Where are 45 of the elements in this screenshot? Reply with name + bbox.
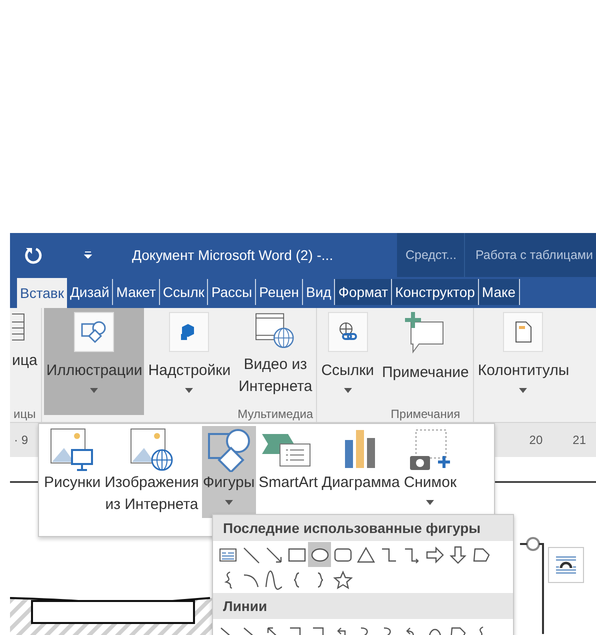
table-icon (12, 312, 26, 342)
cubes-icon (169, 312, 210, 352)
ribbon-tab[interactable]: Ссылк (160, 279, 208, 305)
menu-item[interactable]: Изображения из Интернета (104, 426, 200, 518)
picture-monitor-icon (50, 428, 94, 472)
ruler-number: 21 (572, 433, 586, 447)
ruler-number: · 9 (14, 433, 28, 447)
link-icon (328, 312, 368, 352)
ribbon-tab[interactable]: Формат (335, 279, 392, 305)
shapes-icon (206, 428, 251, 472)
shapes-icon (74, 312, 114, 352)
ruler-number: 20 (529, 433, 543, 447)
ribbon-tab[interactable]: Дизай (66, 279, 114, 305)
wrap-text-icon (555, 555, 577, 575)
ribbon-button[interactable]: ица (10, 308, 40, 398)
menu-item[interactable]: SmartArt (258, 426, 319, 518)
group-label: ицы (12, 407, 37, 422)
ribbon-tab[interactable]: Рассы (208, 279, 256, 305)
ribbon-button[interactable]: Видео из Интернета (236, 308, 314, 398)
customize-toolbar-icon[interactable] (84, 251, 92, 259)
layout-options-button[interactable] (548, 547, 584, 583)
ribbon-button[interactable]: Ссылки (319, 308, 376, 398)
ribbon-tab[interactable]: Маке (478, 279, 520, 305)
ribbon-tab[interactable]: Вставк (17, 278, 67, 308)
ribbon-button[interactable]: Примечание (380, 308, 471, 398)
section-header: Линии (213, 593, 513, 619)
group-label: Примечания (390, 407, 462, 422)
screenshot-icon (408, 428, 452, 472)
menu-item[interactable]: Диаграмма (320, 426, 401, 518)
ribbon-button[interactable]: Надстройки (146, 308, 233, 398)
ribbon-tab[interactable]: Макет (113, 279, 160, 305)
picture-globe-icon (130, 428, 174, 472)
context-tab-title: Работа с таблицами (474, 247, 594, 264)
undo-icon[interactable] (24, 246, 42, 264)
ribbon-tab[interactable]: Рецен (256, 279, 303, 305)
menu-item[interactable]: Рисунки (43, 426, 102, 518)
section-header: Последние использованные фигуры (213, 515, 513, 541)
ribbon-tab[interactable]: Конструктор (392, 279, 479, 305)
ribbon-button[interactable]: Колонтитулы (476, 308, 572, 398)
group-label: Мультимедиа (236, 407, 314, 422)
ribbon-button[interactable]: Иллюстрации (44, 308, 144, 415)
page-icon (503, 312, 544, 352)
menu-item[interactable]: Снимок (402, 426, 458, 518)
window-title: Документ Microsoft Word (2) -... (132, 247, 334, 263)
menu-item[interactable]: Фигуры (202, 426, 256, 518)
